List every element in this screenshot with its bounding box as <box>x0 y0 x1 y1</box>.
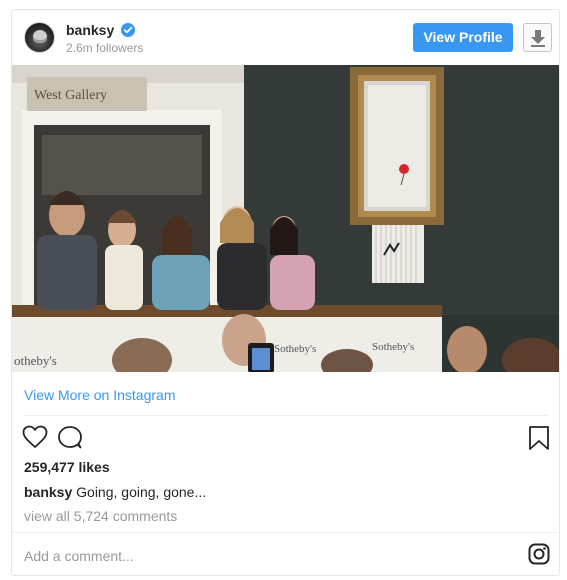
sothebys-sign-left: otheby's <box>14 353 57 368</box>
view-more-on-instagram-link[interactable]: View More on Instagram <box>24 386 175 404</box>
follower-count: 2.6m followers <box>66 41 144 55</box>
post-photo[interactable]: West Gallery otheby's Sotheby's Sotheby'… <box>12 65 559 372</box>
username-link[interactable]: banksy <box>66 22 114 38</box>
caption-text: Going, going, gone... <box>76 484 207 500</box>
gallery-sign-text: West Gallery <box>34 88 107 103</box>
caption-username[interactable]: banksy <box>24 484 72 500</box>
like-count[interactable]: 259,477 likes <box>24 458 110 476</box>
add-comment-input[interactable]: Add a comment... <box>24 547 134 565</box>
sothebys-sign-right: Sotheby's <box>372 341 414 353</box>
heart-icon[interactable] <box>22 425 48 449</box>
post-header: banksy 2.6m followers View Profile <box>12 10 559 65</box>
profile-avatar[interactable] <box>24 22 55 53</box>
view-profile-button[interactable]: View Profile <box>413 23 513 52</box>
comment-icon[interactable] <box>57 425 83 449</box>
bookmark-icon[interactable] <box>528 425 550 451</box>
view-all-comments-link[interactable]: view all 5,724 comments <box>24 507 177 525</box>
download-icon <box>531 30 545 47</box>
divider <box>24 415 547 416</box>
caption: banksy Going, going, gone... <box>24 483 206 501</box>
divider <box>12 532 559 533</box>
download-button[interactable] <box>523 23 552 52</box>
instagram-icon[interactable] <box>528 543 550 565</box>
verified-badge-icon <box>121 23 135 37</box>
instagram-embed-card: banksy 2.6m followers View Profile West … <box>11 9 560 576</box>
sothebys-sign-mid: Sotheby's <box>274 343 316 355</box>
